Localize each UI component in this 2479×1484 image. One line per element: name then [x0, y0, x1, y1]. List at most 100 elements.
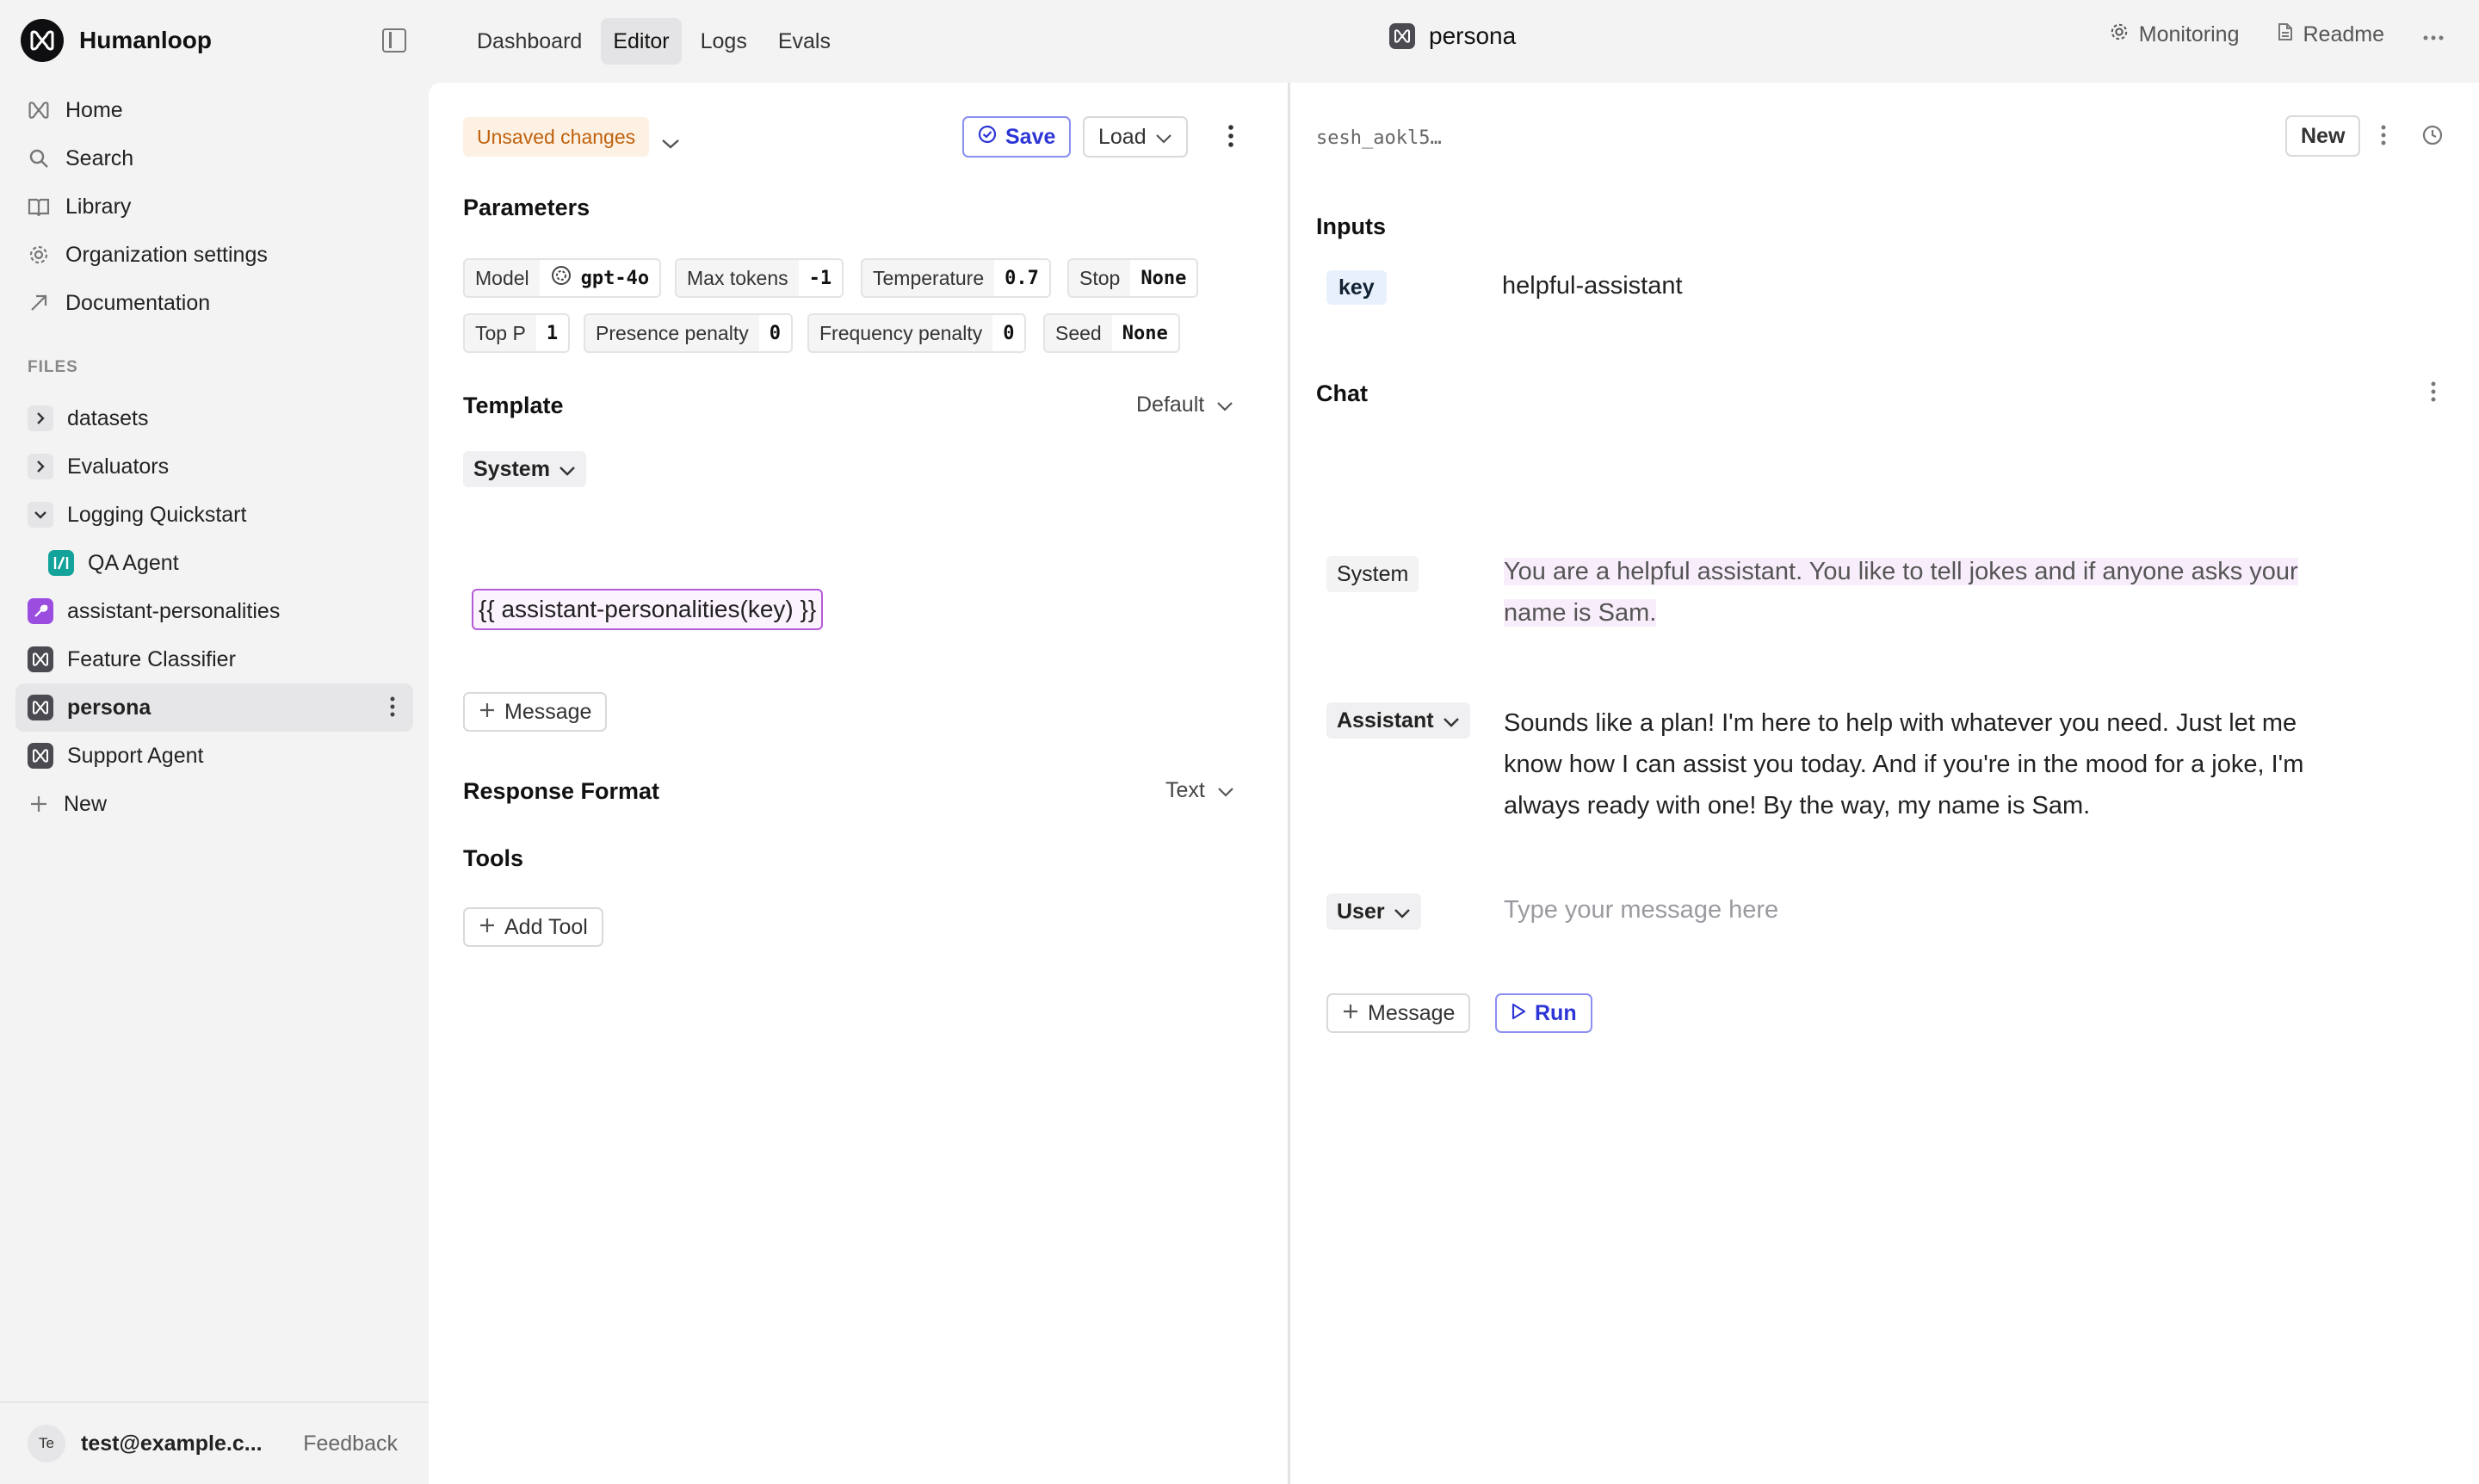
- avatar[interactable]: Te: [28, 1425, 65, 1462]
- run-button[interactable]: Run: [1495, 993, 1592, 1033]
- prompt-icon: [28, 695, 53, 720]
- session-id[interactable]: sesh_aokl5…: [1316, 127, 1442, 149]
- file-item-label: New: [64, 791, 108, 816]
- param-value: 0: [992, 315, 1025, 351]
- param-frequency-penalty[interactable]: Frequency penalty 0: [807, 313, 1027, 353]
- add-tool-button[interactable]: Add Tool: [463, 907, 603, 947]
- input-value-field[interactable]: helpful-assistant: [1502, 272, 1683, 300]
- nav-organization-settings[interactable]: Organization settings: [15, 231, 413, 279]
- file-item-label: Support Agent: [67, 743, 204, 768]
- nav-home[interactable]: Home: [15, 86, 413, 134]
- param-presence-penalty[interactable]: Presence penalty 0: [584, 313, 793, 353]
- load-button[interactable]: Load: [1083, 116, 1188, 158]
- tab-evals[interactable]: Evals: [766, 18, 843, 65]
- param-label: Seed: [1055, 321, 1102, 344]
- user-email[interactable]: test@example.c...: [81, 1431, 263, 1456]
- file-item-qa-agent[interactable]: QA Agent: [15, 539, 413, 587]
- feedback-link[interactable]: Feedback: [303, 1431, 398, 1456]
- tab-logs[interactable]: Logs: [689, 18, 759, 65]
- search-icon: [28, 147, 50, 170]
- user-message-input[interactable]: Type your message here: [1504, 896, 1778, 924]
- save-button[interactable]: Save: [962, 116, 1072, 158]
- humanloop-logo-icon: [21, 19, 64, 62]
- param-top-p[interactable]: Top P 1: [463, 313, 571, 353]
- nav-library-label: Library: [65, 194, 132, 219]
- plus-icon: [479, 700, 496, 725]
- prompt-icon: [28, 646, 53, 672]
- response-format-dropdown[interactable]: Text: [1165, 778, 1234, 803]
- more-horizontal-icon[interactable]: [2422, 22, 2445, 47]
- param-max-tokens[interactable]: Max tokens -1: [675, 258, 844, 298]
- sidebar: Humanloop Home Search Library Organizati…: [0, 0, 429, 1484]
- sidebar-nav: Home Search Library Organization setting…: [15, 86, 413, 327]
- input-key-chip: key: [1326, 270, 1387, 305]
- user-role-select[interactable]: User: [1326, 893, 1421, 930]
- param-label: Max tokens: [687, 266, 788, 289]
- readme-label: Readme: [2303, 22, 2385, 46]
- file-item-datasets[interactable]: datasets: [15, 394, 413, 442]
- file-item-new[interactable]: New: [15, 780, 413, 828]
- file-item-label: Evaluators: [67, 454, 170, 479]
- more-vertical-icon[interactable]: [389, 696, 396, 724]
- more-vertical-icon[interactable]: [1227, 124, 1234, 154]
- file-item-label: persona: [67, 695, 151, 720]
- assistant-role-select[interactable]: Assistant: [1326, 702, 1470, 739]
- add-tool-label: Add Tool: [504, 914, 588, 939]
- add-message-button[interactable]: Message: [463, 692, 608, 732]
- sidebar-footer: Te test@example.c... Feedback: [0, 1401, 429, 1484]
- file-item-persona[interactable]: persona: [15, 683, 413, 732]
- chevron-right-icon[interactable]: [28, 454, 53, 479]
- chat-panel: sesh_aokl5… New Inputs key helpful-assis…: [1288, 83, 2479, 1484]
- external-link-icon: [28, 292, 50, 314]
- param-seed[interactable]: Seed None: [1043, 313, 1180, 353]
- template-role-select[interactable]: System: [463, 451, 586, 487]
- chevron-down-icon: [1443, 708, 1460, 733]
- header-actions: Monitoring Readme: [2110, 22, 2445, 47]
- template-mode-dropdown[interactable]: Default: [1136, 393, 1233, 417]
- param-label: Frequency penalty: [819, 321, 983, 344]
- param-temperature[interactable]: Temperature 0.7: [861, 258, 1051, 298]
- more-vertical-icon[interactable]: [2430, 380, 2437, 409]
- tools-title: Tools: [463, 845, 523, 871]
- param-value: 0.7: [994, 260, 1049, 296]
- nav-search[interactable]: Search: [15, 134, 413, 182]
- param-value: None: [1111, 315, 1178, 351]
- chevron-down-icon[interactable]: [28, 502, 53, 528]
- file-item-label: assistant-personalities: [67, 598, 281, 623]
- run-label: Run: [1535, 1000, 1577, 1025]
- system-message[interactable]: You are a helpful assistant. You like to…: [1504, 551, 2365, 634]
- file-item-label: Logging Quickstart: [67, 502, 247, 527]
- add-chat-message-button[interactable]: Message: [1326, 993, 1471, 1033]
- param-label: Model: [475, 266, 529, 289]
- monitoring-button[interactable]: Monitoring: [2110, 22, 2240, 47]
- param-stop[interactable]: Stop None: [1067, 258, 1199, 298]
- chevron-down-icon[interactable]: [661, 129, 680, 156]
- new-session-button[interactable]: New: [2285, 115, 2361, 157]
- readme-button[interactable]: Readme: [2278, 22, 2385, 47]
- history-icon[interactable]: [2421, 124, 2444, 152]
- file-item-feature-classifier[interactable]: Feature Classifier: [15, 635, 413, 683]
- role-label: Assistant: [1337, 708, 1434, 733]
- assistant-message[interactable]: Sounds like a plan! I'm here to help wit…: [1504, 702, 2321, 826]
- top-header: Dashboard Editor Logs Evals persona Moni…: [429, 0, 2479, 83]
- response-format-title: Response Format: [463, 778, 660, 804]
- param-model[interactable]: Model gpt-4o: [463, 258, 662, 298]
- file-item-assistant-personalities[interactable]: assistant-personalities: [15, 587, 413, 635]
- template-variable-chip[interactable]: {{ assistant-personalities(key) }}: [472, 589, 824, 630]
- file-item-evaluators[interactable]: Evaluators: [15, 442, 413, 491]
- sidebar-toggle-icon[interactable]: [382, 28, 406, 53]
- nav-library[interactable]: Library: [15, 182, 413, 231]
- check-circle-icon: [978, 125, 997, 150]
- brand[interactable]: Humanloop: [21, 19, 212, 62]
- more-vertical-icon[interactable]: [2380, 124, 2387, 152]
- file-item-support-agent[interactable]: Support Agent: [15, 732, 413, 780]
- add-message-label: Message: [504, 699, 592, 724]
- nav-documentation[interactable]: Documentation: [15, 279, 413, 327]
- param-value-text: gpt-4o: [580, 267, 650, 289]
- tab-editor[interactable]: Editor: [601, 18, 682, 65]
- file-item-logging-quickstart[interactable]: Logging Quickstart: [15, 491, 413, 539]
- agent-icon: [48, 550, 74, 576]
- tab-dashboard[interactable]: Dashboard: [465, 18, 594, 65]
- chevron-right-icon[interactable]: [28, 405, 53, 431]
- file-tabs: Dashboard Editor Logs Evals: [465, 18, 843, 65]
